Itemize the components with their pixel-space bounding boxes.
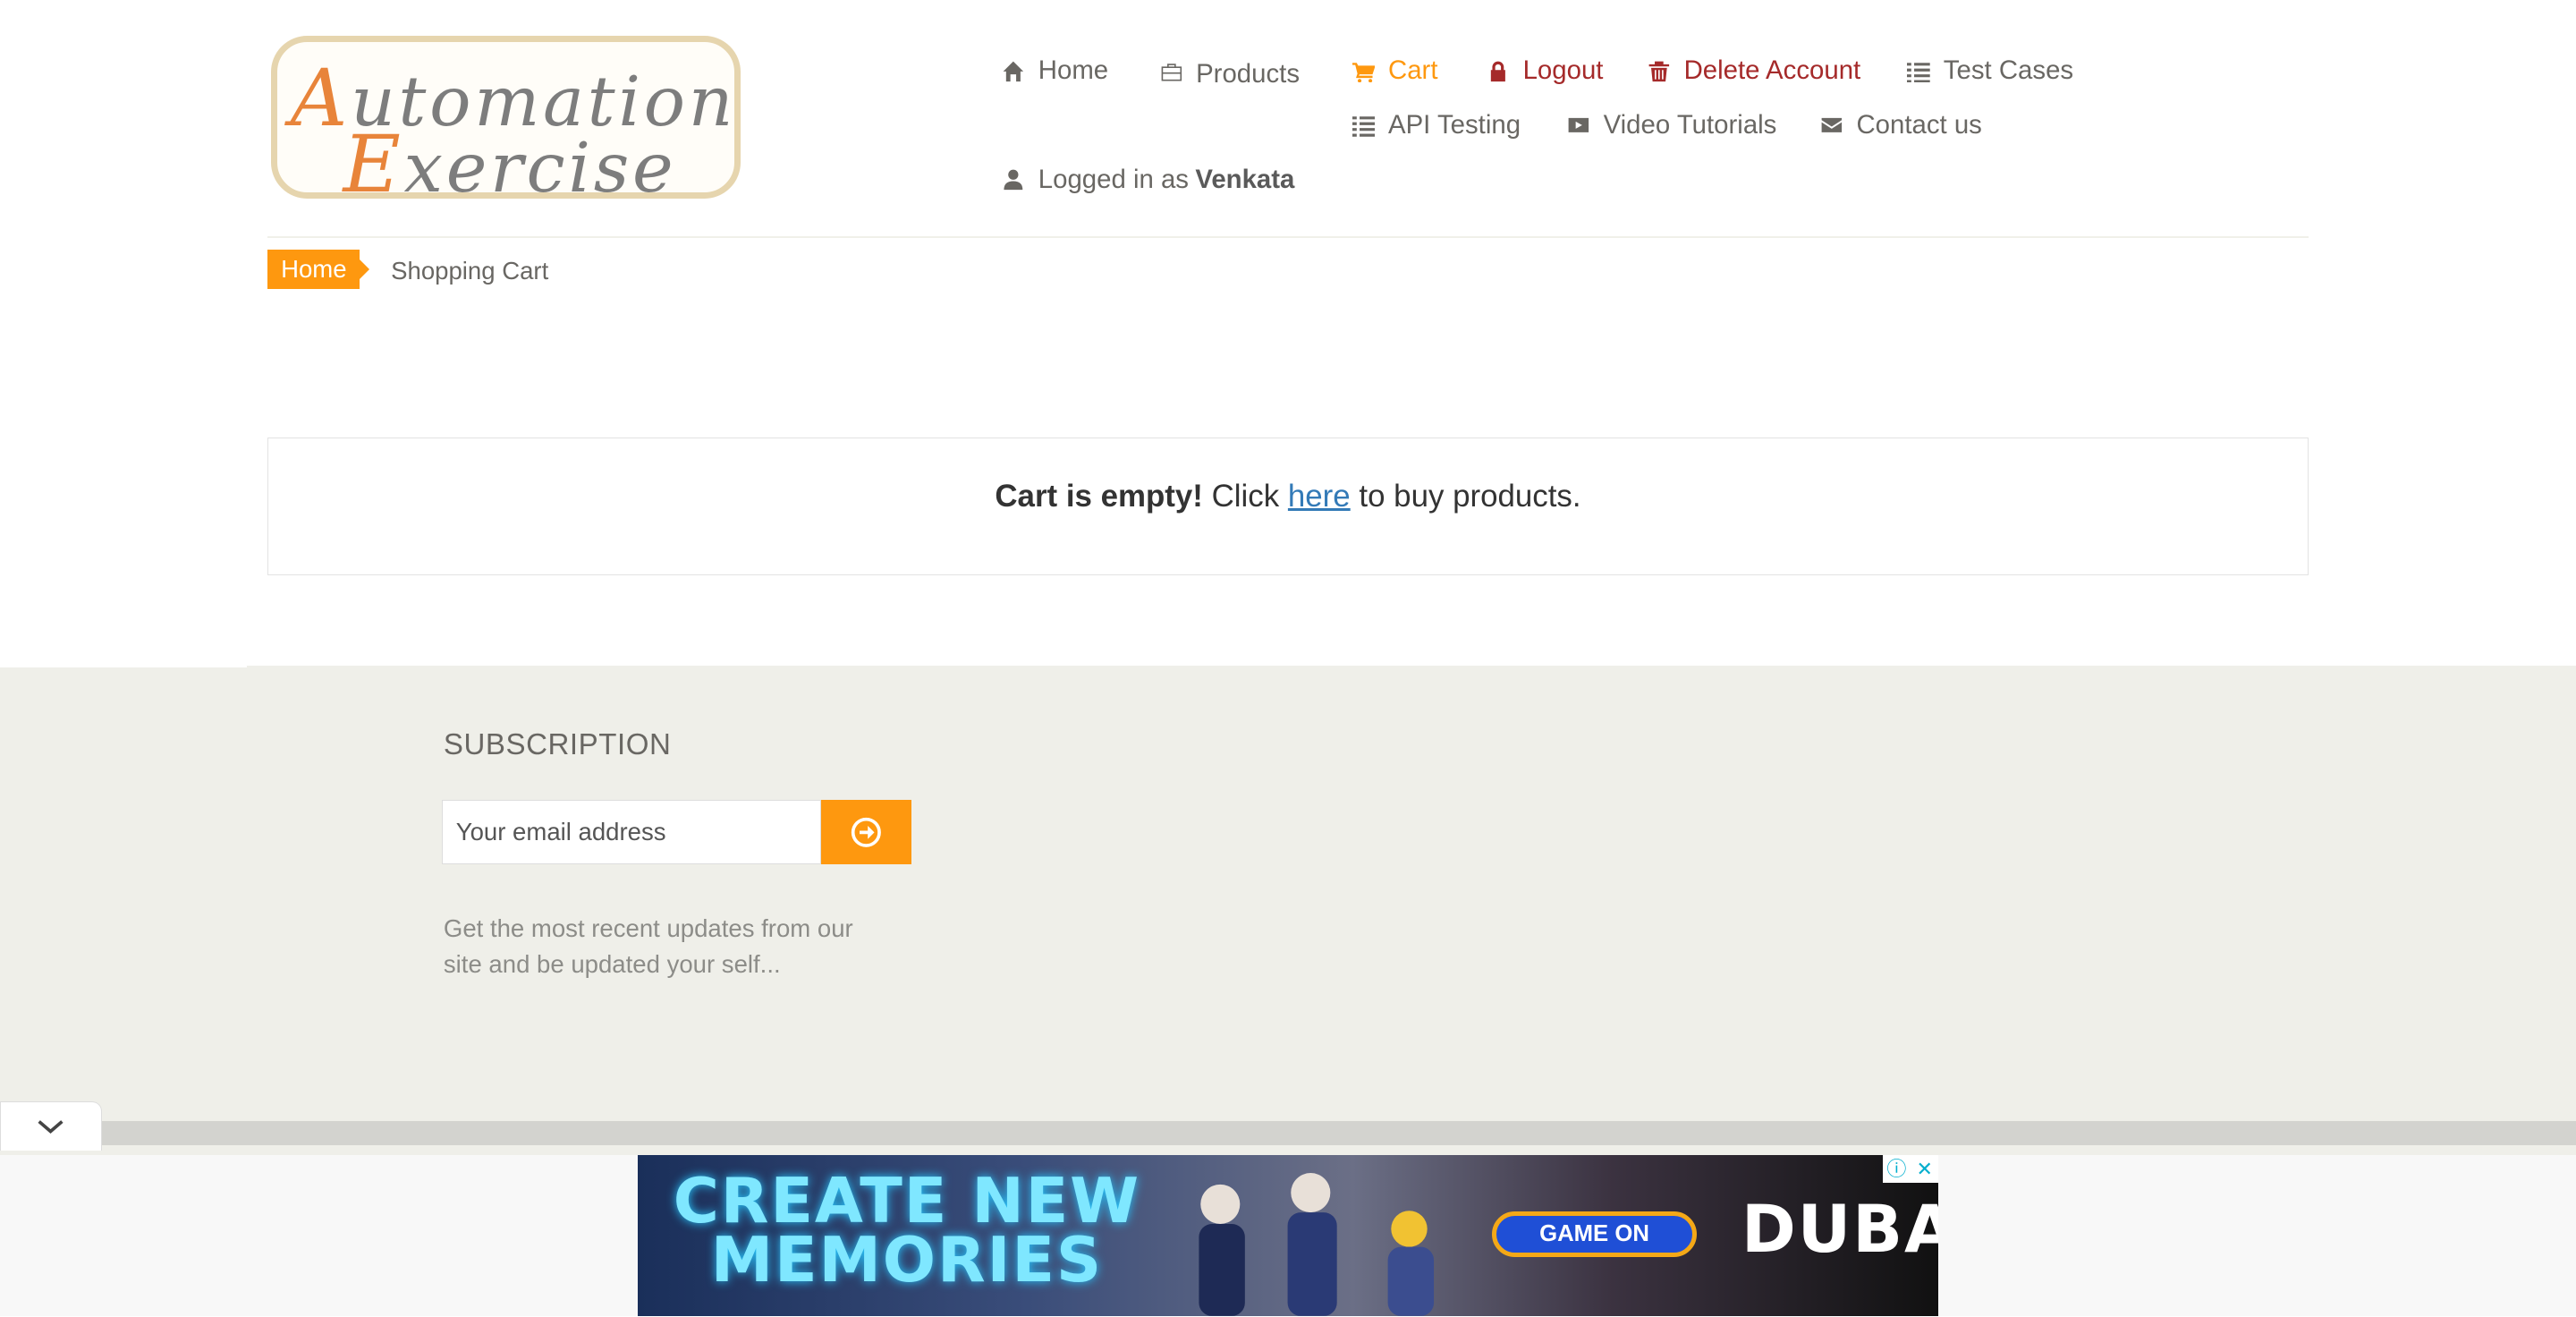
- logged-in-label: Logged in as: [1038, 164, 1189, 194]
- empty-cart-title: Cart is empty!: [995, 479, 1203, 514]
- logged-in-status: Logged in as Venkata: [1002, 165, 1294, 195]
- subscribe-button[interactable]: [821, 800, 912, 865]
- footer: [0, 665, 2576, 1159]
- nav-contact-us-label: Contact us: [1856, 110, 1982, 140]
- nav-contact-us[interactable]: Contact us: [1820, 110, 1982, 140]
- ad-top-strip: [101, 1120, 2576, 1146]
- nav-api-testing[interactable]: API Testing: [1352, 110, 1521, 140]
- nav-delete-account[interactable]: Delete Account: [1648, 55, 1860, 86]
- subscribe-email-input[interactable]: [442, 800, 822, 865]
- buy-products-link[interactable]: here: [1288, 479, 1351, 514]
- list-icon: [1907, 62, 1931, 83]
- empty-cart-click: Click: [1211, 479, 1280, 514]
- ad-headline-line-1: CREATE NEW: [673, 1164, 1140, 1237]
- ad-collapse-button[interactable]: [0, 1100, 102, 1151]
- nav-home-label: Home: [1038, 55, 1109, 86]
- ad-headline: CREATE NEW MEMORIES: [660, 1164, 1153, 1296]
- ad-game-on-button[interactable]: GAME ON: [1491, 1211, 1698, 1258]
- empty-cart-message: Cart is empty! Click here to buy product…: [267, 437, 2309, 575]
- briefcase-icon: [1161, 64, 1182, 81]
- ad-people-image: [1199, 1173, 1435, 1317]
- breadcrumb-home[interactable]: Home: [267, 250, 370, 290]
- nav-video-tutorials-label: Video Tutorials: [1603, 110, 1777, 140]
- empty-cart-suffix: to buy products.: [1359, 479, 1581, 514]
- logo-line-2: Exercise: [343, 117, 677, 210]
- list-icon: [1352, 116, 1376, 137]
- ad-info-icon[interactable]: ⓘ: [1882, 1155, 1911, 1184]
- footer-divider: [0, 665, 247, 667]
- nav-logout-label: Logout: [1522, 55, 1604, 86]
- nav-logout[interactable]: Logout: [1487, 55, 1603, 86]
- nav-video-tutorials[interactable]: Video Tutorials: [1567, 110, 1776, 140]
- ad-brand: DUBAI: [1741, 1191, 1938, 1268]
- arrow-circle-right-icon: [852, 817, 882, 847]
- nav-cart[interactable]: Cart: [1352, 55, 1438, 86]
- subscription-description: Get the most recent updates from our sit…: [443, 913, 853, 978]
- subscription-title: SUBSCRIPTION: [443, 727, 672, 761]
- advertisement-banner[interactable]: CREATE NEW MEMORIES GAME ON DUBAI ⓘ ✕: [637, 1155, 1939, 1317]
- ad-headline-line-2: MEMORIES: [710, 1223, 1103, 1296]
- breadcrumb-current: Shopping Cart: [391, 256, 549, 285]
- username: Venkata: [1195, 164, 1295, 194]
- nav-delete-account-label: Delete Account: [1683, 55, 1861, 86]
- home-icon: [1003, 61, 1024, 81]
- nav-cart-label: Cart: [1387, 55, 1438, 86]
- lock-icon: [1491, 61, 1506, 81]
- nav-products[interactable]: Products: [1160, 55, 1300, 89]
- chevron-down-icon: [38, 1119, 64, 1134]
- nav-test-cases[interactable]: Test Cases: [1907, 55, 2073, 86]
- ad-controls: ⓘ ✕: [1882, 1155, 1939, 1184]
- site-logo[interactable]: Automation Exercise: [271, 36, 741, 210]
- header-divider: [267, 236, 2309, 239]
- nav-products-label: Products: [1196, 59, 1301, 89]
- nav-home[interactable]: Home: [1002, 55, 1108, 86]
- cart-icon: [1352, 62, 1376, 82]
- trash-icon: [1648, 61, 1670, 81]
- nav-test-cases-label: Test Cases: [1943, 55, 2074, 86]
- ad-close-icon[interactable]: ✕: [1911, 1155, 1939, 1184]
- nav-api-testing-label: API Testing: [1387, 110, 1521, 140]
- envelope-icon: [1821, 118, 1843, 133]
- youtube-play-icon: [1568, 118, 1589, 133]
- user-icon: [1004, 169, 1023, 190]
